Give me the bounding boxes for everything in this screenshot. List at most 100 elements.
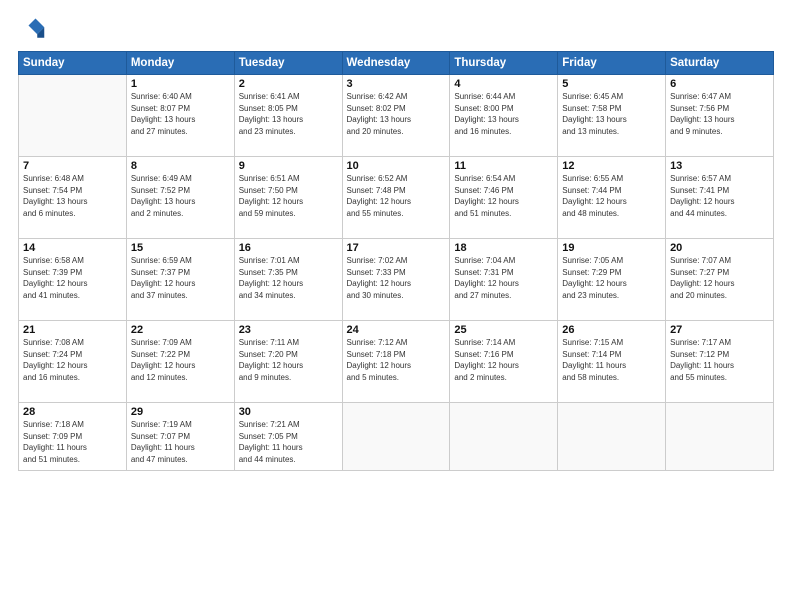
day-number: 1 <box>131 78 230 90</box>
calendar-cell: 1Sunrise: 6:40 AM Sunset: 8:07 PM Daylig… <box>126 75 234 157</box>
day-number: 14 <box>23 242 122 254</box>
calendar-cell: 6Sunrise: 6:47 AM Sunset: 7:56 PM Daylig… <box>666 75 774 157</box>
calendar-cell: 14Sunrise: 6:58 AM Sunset: 7:39 PM Dayli… <box>19 239 127 321</box>
day-info: Sunrise: 7:01 AM Sunset: 7:35 PM Dayligh… <box>239 255 338 301</box>
calendar-cell: 17Sunrise: 7:02 AM Sunset: 7:33 PM Dayli… <box>342 239 450 321</box>
weekday-header-tuesday: Tuesday <box>234 52 342 75</box>
day-info: Sunrise: 7:02 AM Sunset: 7:33 PM Dayligh… <box>347 255 446 301</box>
week-row-4: 21Sunrise: 7:08 AM Sunset: 7:24 PM Dayli… <box>19 321 774 403</box>
day-number: 24 <box>347 324 446 336</box>
day-number: 5 <box>562 78 661 90</box>
calendar-cell: 8Sunrise: 6:49 AM Sunset: 7:52 PM Daylig… <box>126 157 234 239</box>
calendar-cell <box>450 403 558 471</box>
day-info: Sunrise: 6:58 AM Sunset: 7:39 PM Dayligh… <box>23 255 122 301</box>
day-info: Sunrise: 7:05 AM Sunset: 7:29 PM Dayligh… <box>562 255 661 301</box>
calendar-cell: 18Sunrise: 7:04 AM Sunset: 7:31 PM Dayli… <box>450 239 558 321</box>
logo <box>18 15 50 43</box>
day-number: 19 <box>562 242 661 254</box>
week-row-5: 28Sunrise: 7:18 AM Sunset: 7:09 PM Dayli… <box>19 403 774 471</box>
calendar-cell: 3Sunrise: 6:42 AM Sunset: 8:02 PM Daylig… <box>342 75 450 157</box>
calendar-cell: 26Sunrise: 7:15 AM Sunset: 7:14 PM Dayli… <box>558 321 666 403</box>
day-info: Sunrise: 6:45 AM Sunset: 7:58 PM Dayligh… <box>562 91 661 137</box>
day-info: Sunrise: 7:12 AM Sunset: 7:18 PM Dayligh… <box>347 337 446 383</box>
day-info: Sunrise: 7:04 AM Sunset: 7:31 PM Dayligh… <box>454 255 553 301</box>
calendar-cell: 28Sunrise: 7:18 AM Sunset: 7:09 PM Dayli… <box>19 403 127 471</box>
weekday-header-sunday: Sunday <box>19 52 127 75</box>
day-info: Sunrise: 7:15 AM Sunset: 7:14 PM Dayligh… <box>562 337 661 383</box>
calendar-cell: 20Sunrise: 7:07 AM Sunset: 7:27 PM Dayli… <box>666 239 774 321</box>
calendar-cell: 11Sunrise: 6:54 AM Sunset: 7:46 PM Dayli… <box>450 157 558 239</box>
week-row-3: 14Sunrise: 6:58 AM Sunset: 7:39 PM Dayli… <box>19 239 774 321</box>
day-info: Sunrise: 6:51 AM Sunset: 7:50 PM Dayligh… <box>239 173 338 219</box>
day-info: Sunrise: 7:21 AM Sunset: 7:05 PM Dayligh… <box>239 419 338 465</box>
calendar-cell: 30Sunrise: 7:21 AM Sunset: 7:05 PM Dayli… <box>234 403 342 471</box>
day-number: 12 <box>562 160 661 172</box>
day-info: Sunrise: 7:19 AM Sunset: 7:07 PM Dayligh… <box>131 419 230 465</box>
calendar-cell: 22Sunrise: 7:09 AM Sunset: 7:22 PM Dayli… <box>126 321 234 403</box>
day-number: 7 <box>23 160 122 172</box>
weekday-header-monday: Monday <box>126 52 234 75</box>
day-info: Sunrise: 6:54 AM Sunset: 7:46 PM Dayligh… <box>454 173 553 219</box>
day-info: Sunrise: 7:08 AM Sunset: 7:24 PM Dayligh… <box>23 337 122 383</box>
weekday-header-row: SundayMondayTuesdayWednesdayThursdayFrid… <box>19 52 774 75</box>
weekday-header-wednesday: Wednesday <box>342 52 450 75</box>
day-info: Sunrise: 6:48 AM Sunset: 7:54 PM Dayligh… <box>23 173 122 219</box>
day-number: 16 <box>239 242 338 254</box>
day-info: Sunrise: 6:42 AM Sunset: 8:02 PM Dayligh… <box>347 91 446 137</box>
calendar-cell <box>666 403 774 471</box>
calendar: SundayMondayTuesdayWednesdayThursdayFrid… <box>18 51 774 471</box>
header <box>18 15 774 43</box>
day-number: 27 <box>670 324 769 336</box>
day-number: 8 <box>131 160 230 172</box>
calendar-cell <box>19 75 127 157</box>
day-number: 29 <box>131 406 230 418</box>
calendar-cell: 25Sunrise: 7:14 AM Sunset: 7:16 PM Dayli… <box>450 321 558 403</box>
day-number: 13 <box>670 160 769 172</box>
day-number: 10 <box>347 160 446 172</box>
calendar-cell <box>342 403 450 471</box>
day-info: Sunrise: 6:40 AM Sunset: 8:07 PM Dayligh… <box>131 91 230 137</box>
day-number: 20 <box>670 242 769 254</box>
day-number: 23 <box>239 324 338 336</box>
calendar-cell: 19Sunrise: 7:05 AM Sunset: 7:29 PM Dayli… <box>558 239 666 321</box>
weekday-header-friday: Friday <box>558 52 666 75</box>
day-info: Sunrise: 7:07 AM Sunset: 7:27 PM Dayligh… <box>670 255 769 301</box>
day-number: 17 <box>347 242 446 254</box>
page: SundayMondayTuesdayWednesdayThursdayFrid… <box>0 0 792 612</box>
calendar-cell: 15Sunrise: 6:59 AM Sunset: 7:37 PM Dayli… <box>126 239 234 321</box>
calendar-cell: 5Sunrise: 6:45 AM Sunset: 7:58 PM Daylig… <box>558 75 666 157</box>
logo-icon <box>18 15 46 43</box>
day-info: Sunrise: 6:52 AM Sunset: 7:48 PM Dayligh… <box>347 173 446 219</box>
day-number: 9 <box>239 160 338 172</box>
day-info: Sunrise: 6:55 AM Sunset: 7:44 PM Dayligh… <box>562 173 661 219</box>
day-number: 21 <box>23 324 122 336</box>
day-info: Sunrise: 7:11 AM Sunset: 7:20 PM Dayligh… <box>239 337 338 383</box>
day-info: Sunrise: 6:44 AM Sunset: 8:00 PM Dayligh… <box>454 91 553 137</box>
day-number: 26 <box>562 324 661 336</box>
calendar-cell: 7Sunrise: 6:48 AM Sunset: 7:54 PM Daylig… <box>19 157 127 239</box>
day-info: Sunrise: 6:49 AM Sunset: 7:52 PM Dayligh… <box>131 173 230 219</box>
calendar-cell: 27Sunrise: 7:17 AM Sunset: 7:12 PM Dayli… <box>666 321 774 403</box>
calendar-cell: 10Sunrise: 6:52 AM Sunset: 7:48 PM Dayli… <box>342 157 450 239</box>
day-number: 28 <box>23 406 122 418</box>
calendar-cell: 23Sunrise: 7:11 AM Sunset: 7:20 PM Dayli… <box>234 321 342 403</box>
day-info: Sunrise: 7:14 AM Sunset: 7:16 PM Dayligh… <box>454 337 553 383</box>
day-info: Sunrise: 6:57 AM Sunset: 7:41 PM Dayligh… <box>670 173 769 219</box>
day-info: Sunrise: 7:09 AM Sunset: 7:22 PM Dayligh… <box>131 337 230 383</box>
day-info: Sunrise: 6:59 AM Sunset: 7:37 PM Dayligh… <box>131 255 230 301</box>
day-number: 18 <box>454 242 553 254</box>
calendar-cell: 12Sunrise: 6:55 AM Sunset: 7:44 PM Dayli… <box>558 157 666 239</box>
calendar-cell: 29Sunrise: 7:19 AM Sunset: 7:07 PM Dayli… <box>126 403 234 471</box>
day-info: Sunrise: 7:18 AM Sunset: 7:09 PM Dayligh… <box>23 419 122 465</box>
calendar-cell: 9Sunrise: 6:51 AM Sunset: 7:50 PM Daylig… <box>234 157 342 239</box>
day-number: 2 <box>239 78 338 90</box>
week-row-2: 7Sunrise: 6:48 AM Sunset: 7:54 PM Daylig… <box>19 157 774 239</box>
day-number: 6 <box>670 78 769 90</box>
day-info: Sunrise: 7:17 AM Sunset: 7:12 PM Dayligh… <box>670 337 769 383</box>
weekday-header-thursday: Thursday <box>450 52 558 75</box>
calendar-cell: 21Sunrise: 7:08 AM Sunset: 7:24 PM Dayli… <box>19 321 127 403</box>
week-row-1: 1Sunrise: 6:40 AM Sunset: 8:07 PM Daylig… <box>19 75 774 157</box>
day-number: 25 <box>454 324 553 336</box>
day-number: 11 <box>454 160 553 172</box>
calendar-cell: 2Sunrise: 6:41 AM Sunset: 8:05 PM Daylig… <box>234 75 342 157</box>
